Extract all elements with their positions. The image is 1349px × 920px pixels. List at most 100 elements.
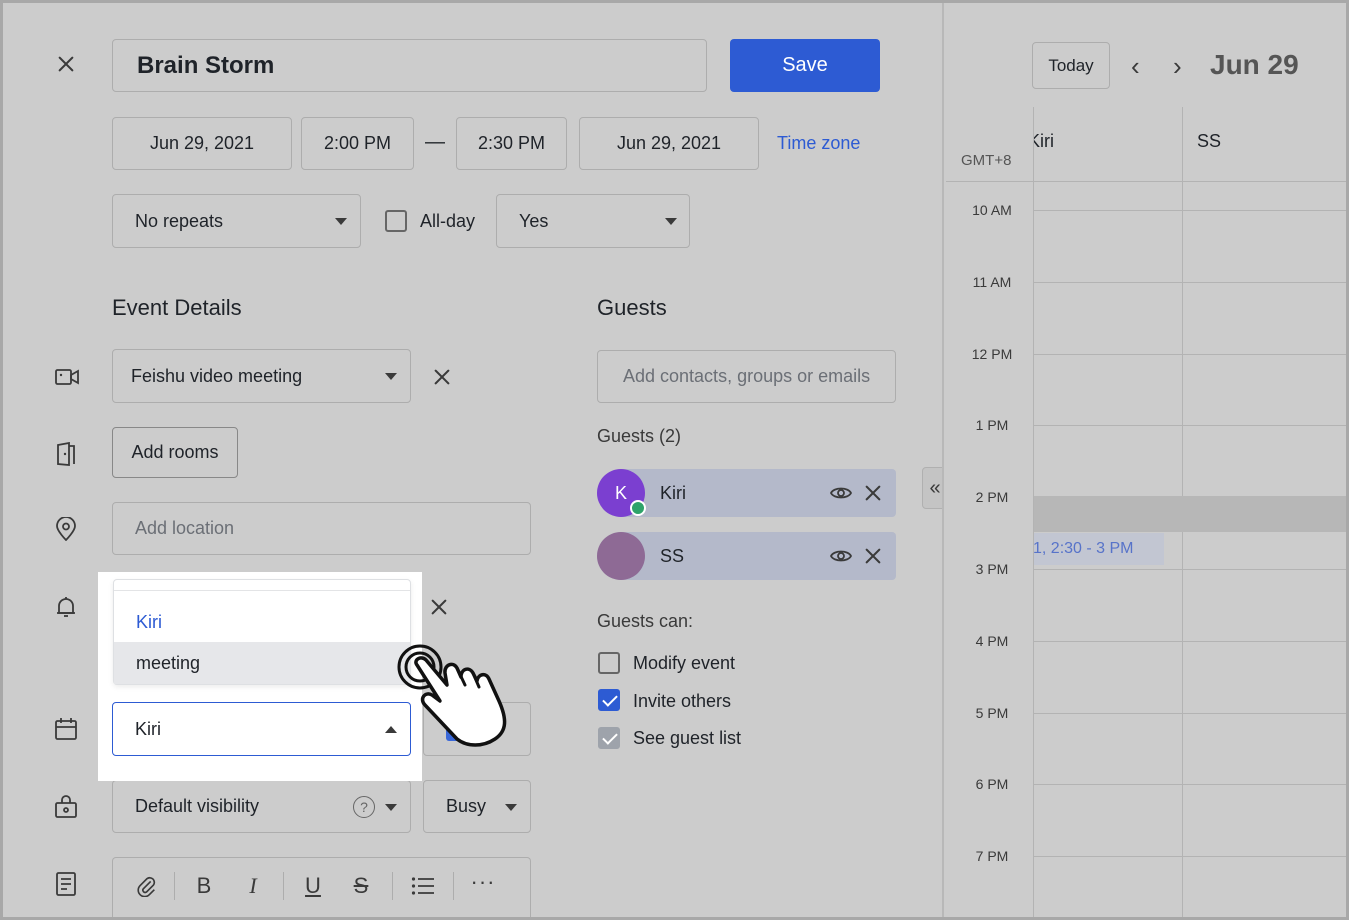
toolbar-separator — [392, 872, 393, 900]
calendar-date-title: Jun 29 — [1210, 49, 1299, 80]
hour-label: 2 PM — [975, 489, 1009, 506]
guest-row-kiri[interactable]: K Kiri — [597, 469, 896, 517]
video-meeting-select[interactable]: Feishu video meeting — [112, 349, 411, 403]
chevron-down-icon — [665, 218, 677, 225]
calendar-timezone: GMT+8 — [961, 152, 1012, 169]
guest-row-ss[interactable]: SS — [597, 532, 896, 580]
guests-heading: Guests — [597, 295, 667, 320]
eye-icon[interactable] — [830, 548, 852, 564]
end-time-value: 2:30 PM — [477, 133, 546, 153]
grid-line — [1034, 712, 1346, 714]
grid-line — [946, 181, 1346, 182]
end-time-field[interactable]: 2:30 PM — [456, 117, 567, 170]
toolbar-separator — [453, 872, 454, 900]
door-icon — [57, 442, 75, 466]
remove-reminder-icon[interactable] — [430, 598, 448, 616]
hour-label: 5 PM — [975, 704, 1009, 721]
calendar-icon — [55, 718, 77, 740]
dropdown-option-label: meeting — [136, 652, 201, 673]
grid-line — [1034, 281, 1346, 283]
attachment-icon[interactable] — [136, 875, 158, 897]
start-date-field[interactable]: Jun 29, 2021 — [112, 117, 292, 170]
location-input[interactable]: Add location — [112, 502, 531, 555]
chevron-left-icon[interactable]: ‹ — [1131, 51, 1140, 82]
dropdown-option-kiri[interactable]: Kiri — [114, 602, 410, 642]
video-camera-icon — [55, 369, 79, 385]
allday-label: All-day — [420, 211, 476, 231]
avatar — [597, 532, 645, 580]
description-icon — [56, 872, 76, 896]
calendar-select[interactable]: Kiri — [112, 702, 411, 756]
add-guests-placeholder: Add contacts, groups or emails — [623, 366, 871, 386]
end-date-value: Jun 29, 2021 — [616, 133, 722, 153]
hour-label: 1 PM — [975, 417, 1009, 434]
start-date-value: Jun 29, 2021 — [149, 133, 255, 153]
help-icon[interactable]: ? — [353, 796, 375, 818]
modify-event-label: Modify event — [633, 653, 736, 673]
hour-label: 10 AM — [972, 202, 1012, 218]
remove-guest-icon[interactable] — [864, 547, 882, 565]
invite-others-checkbox[interactable] — [598, 689, 620, 711]
yes-select[interactable]: Yes — [496, 194, 690, 248]
hand-pointer-icon — [397, 644, 507, 747]
today-label: Today — [1048, 55, 1094, 75]
location-placeholder: Add location — [135, 518, 235, 538]
strikethrough-icon[interactable]: S — [348, 873, 374, 899]
hour-label: 3 PM — [975, 561, 1009, 577]
see-guest-list-label: See guest list — [633, 728, 742, 748]
dropdown-option-meeting[interactable]: meeting — [114, 642, 410, 684]
visibility-select[interactable]: Default visibility ? — [112, 780, 411, 833]
start-time-value: 2:00 PM — [323, 133, 392, 153]
event-details-heading: Event Details — [112, 295, 242, 320]
verified-badge-icon — [630, 500, 646, 516]
yes-value: Yes — [519, 210, 549, 231]
allday-checkbox[interactable] — [385, 210, 407, 232]
start-time-field[interactable]: 2:00 PM — [301, 117, 414, 170]
remove-video-meeting-icon[interactable] — [433, 368, 451, 386]
repeat-select[interactable]: No repeats — [112, 194, 361, 248]
add-guests-input[interactable]: Add contacts, groups or emails — [597, 350, 896, 403]
eye-icon[interactable] — [830, 485, 852, 501]
hour-label: 11 AM — [972, 273, 1012, 290]
grid-line — [1034, 784, 1346, 786]
calendar-column-kiri: Kiri — [1034, 131, 1054, 151]
toolbar-separator — [174, 872, 175, 900]
end-date-field[interactable]: Jun 29, 2021 — [579, 117, 759, 170]
timezone-link[interactable]: Time zone — [777, 133, 860, 154]
calendar-event-block[interactable] — [1034, 496, 1346, 532]
bell-icon — [57, 597, 75, 617]
hour-label: 12 PM — [971, 345, 1013, 362]
chevron-down-icon — [385, 804, 397, 811]
repeat-value: No repeats — [135, 210, 224, 231]
remove-guest-icon[interactable] — [864, 484, 882, 502]
calendar-dropdown-menu: Kiri meeting — [113, 579, 411, 685]
chevron-right-icon[interactable]: › — [1173, 51, 1182, 82]
more-icon[interactable]: ··· — [470, 869, 496, 895]
save-button[interactable]: Save — [730, 39, 880, 92]
calendar-column-ss: SS — [1197, 131, 1222, 151]
save-button-label: Save — [782, 54, 828, 76]
bold-icon[interactable]: B — [191, 873, 217, 899]
lock-briefcase-icon — [55, 795, 77, 818]
grid-line — [1034, 210, 1346, 211]
add-rooms-button[interactable]: Add rooms — [112, 427, 238, 478]
italic-icon[interactable]: I — [240, 873, 266, 899]
modify-event-checkbox[interactable] — [598, 652, 620, 674]
today-button[interactable]: Today — [1032, 42, 1110, 89]
app-frame: Brain Storm Save Jun 29, 2021 2:00 PM — … — [0, 0, 1349, 920]
close-icon[interactable] — [57, 55, 79, 77]
event-title-input[interactable]: Brain Storm — [112, 39, 707, 92]
time-range-dash: — — [425, 131, 445, 153]
hour-label: 4 PM — [975, 632, 1009, 649]
hour-label: 6 PM — [975, 776, 1009, 793]
guest-name: SS — [660, 546, 685, 566]
bullet-list-icon[interactable] — [411, 875, 435, 897]
visibility-value: Default visibility — [135, 796, 260, 816]
grid-line — [1034, 353, 1346, 355]
grid-line — [1034, 640, 1346, 642]
busy-select[interactable]: Busy — [423, 780, 531, 833]
guests-can-label: Guests can: — [597, 611, 694, 631]
underline-icon[interactable]: U — [300, 873, 326, 899]
double-chevron-left-icon: « — [929, 476, 941, 499]
guests-count: Guests (2) — [597, 426, 682, 446]
